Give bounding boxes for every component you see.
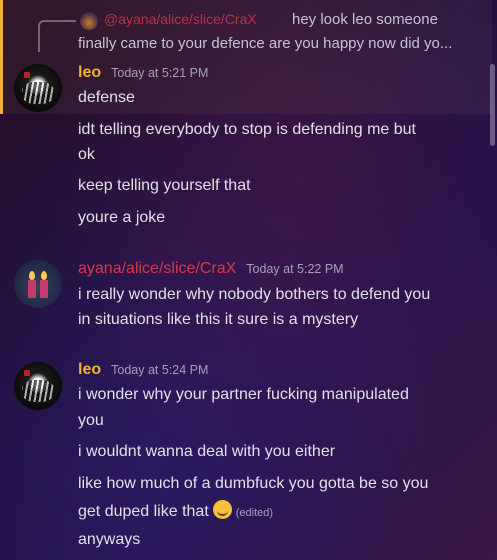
message-text: in situations like this it sure is a mys… [78,311,359,328]
reply-author[interactable]: @ayana/alice/slice/CraX [104,11,257,27]
avatar[interactable] [14,362,62,410]
reply-connector [38,20,76,52]
author-name[interactable]: leo [78,361,101,378]
message-header: leo Today at 5:21 PM [78,64,208,82]
message-text: defense [78,89,135,106]
message-text: i wouldnt wanna deal with you either [78,443,336,460]
message-text: i wonder why your partner fucking manipu… [78,386,409,403]
reply-text-continuation[interactable]: finally came to your defence are you hap… [78,35,452,52]
avatar[interactable] [14,260,62,308]
message-text: youre a joke [78,209,166,226]
timestamp: Today at 5:22 PM [246,262,344,276]
message-text: you [78,412,104,429]
timestamp: Today at 5:21 PM [111,66,209,80]
author-name[interactable]: leo [78,64,101,81]
message-text: keep telling yourself that [78,177,251,194]
mention-highlight-bar [0,0,3,114]
reply-text[interactable]: hey look leo someone [292,11,438,28]
message-text-with-emoji: get duped like that (edited) [78,500,273,521]
scrollbar-thumb[interactable] [490,64,495,146]
message-text: idt telling everybody to stop is defendi… [78,121,416,138]
edited-label: (edited) [235,507,274,519]
message-text: ok [78,146,95,163]
message-text: get duped like that [78,503,209,520]
message-text: like how much of a dumbfuck you gotta be… [78,475,429,492]
author-name[interactable]: ayana/alice/slice/CraX [78,260,236,277]
timestamp: Today at 5:24 PM [111,363,209,377]
message-header: leo Today at 5:24 PM [78,361,208,379]
message-header: ayana/alice/slice/CraX Today at 5:22 PM [78,260,344,278]
rolling-on-floor-laughing-emoji-icon[interactable] [212,500,232,519]
message-text: anyways [78,531,141,548]
avatar[interactable] [14,64,62,112]
message-text: i really wonder why nobody bothers to de… [78,286,431,303]
reply-avatar[interactable] [80,12,98,30]
